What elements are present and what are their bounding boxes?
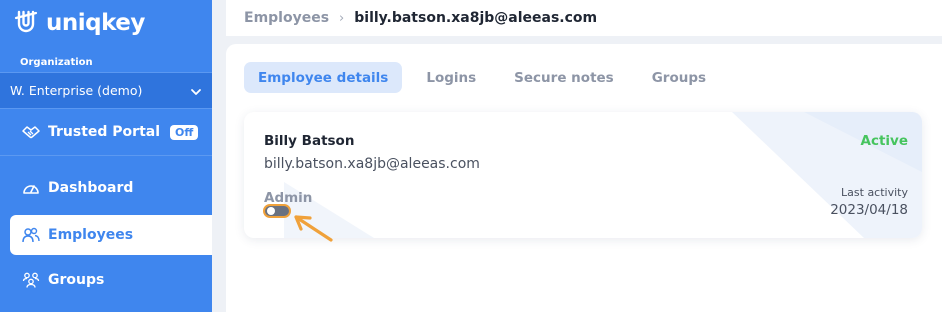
tab-bar: Employee details Logins Secure notes Gro… <box>244 62 720 93</box>
uniqkey-logo-icon <box>14 10 38 36</box>
tab-secure-notes[interactable]: Secure notes <box>500 62 628 93</box>
employee-panel: Employee details Logins Secure notes Gro… <box>226 44 942 312</box>
breadcrumb-separator: › <box>339 10 345 26</box>
brand-name: uniqkey <box>46 10 145 36</box>
breadcrumb: Employees › billy.batson.xa8jb@aleeas.co… <box>226 0 942 36</box>
sidebar-item-label: Dashboard <box>48 180 134 196</box>
sidebar-item-employees[interactable]: Employees <box>10 215 212 255</box>
handshake-icon <box>22 123 40 141</box>
toggle-knob <box>267 207 275 215</box>
breadcrumb-employees-link[interactable]: Employees <box>244 10 329 26</box>
sidebar-item-label: Employees <box>48 227 134 243</box>
logo[interactable]: uniqkey <box>14 6 145 40</box>
tab-employee-details[interactable]: Employee details <box>244 62 403 93</box>
last-activity-value: 2023/04/18 <box>830 202 908 218</box>
organization-value: W. Enterprise (demo) <box>10 83 143 98</box>
admin-toggle[interactable] <box>263 204 291 218</box>
sidebar-item-label: Groups <box>48 272 105 288</box>
organization-label: Organization <box>20 57 93 68</box>
sidebar-item-dashboard[interactable]: Dashboard <box>0 168 212 208</box>
breadcrumb-current: billy.batson.xa8jb@aleeas.com <box>354 10 598 26</box>
annotation-arrow-icon <box>294 215 333 242</box>
tab-logins[interactable]: Logins <box>412 62 490 93</box>
gauge-icon <box>22 179 40 197</box>
employee-email: billy.batson.xa8jb@aleeas.com <box>264 156 480 172</box>
employee-card: Billy Batson billy.batson.xa8jb@aleeas.c… <box>244 112 922 238</box>
employee-name: Billy Batson <box>264 133 355 149</box>
status-badge: Off <box>170 124 199 140</box>
sidebar-item-groups[interactable]: Groups <box>0 260 212 300</box>
chevron-down-icon <box>190 81 202 100</box>
sidebar-item-trusted-portal[interactable]: Trusted Portal Off <box>0 112 212 152</box>
organization-select[interactable]: W. Enterprise (demo) <box>0 72 212 109</box>
users-icon <box>22 226 40 244</box>
status-badge: Active <box>860 133 909 149</box>
sidebar-item-label: Trusted Portal <box>48 124 161 140</box>
tab-groups[interactable]: Groups <box>638 62 720 93</box>
user-group-icon <box>22 271 40 289</box>
last-activity-label: Last activity <box>841 186 908 199</box>
sidebar: uniqkey Organization W. Enterprise (demo… <box>0 0 212 312</box>
divider <box>0 155 212 156</box>
card-background-pattern <box>284 112 922 238</box>
